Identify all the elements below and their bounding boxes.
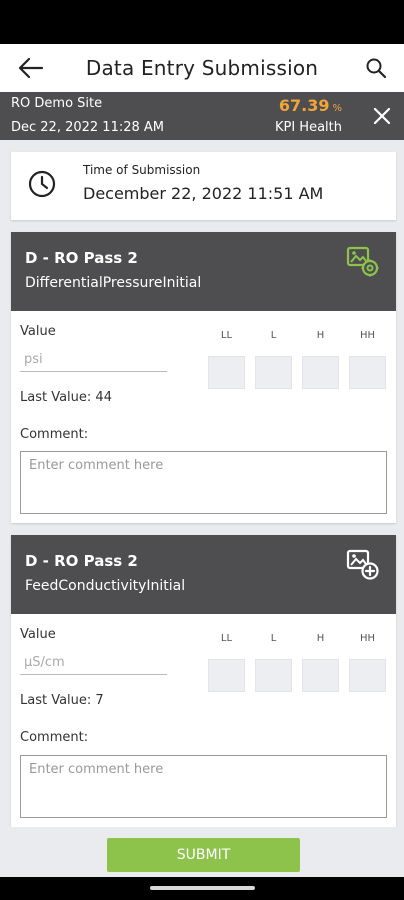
time-of-submission-card: Time of Submission December 22, 2022 11:… <box>11 152 396 220</box>
limit-label-ll: LL <box>220 633 233 644</box>
comment-label: Comment: <box>20 730 89 745</box>
close-icon[interactable] <box>372 106 392 126</box>
limit-label-h: H <box>316 633 325 644</box>
comment-field[interactable]: Enter comment here <box>20 755 387 818</box>
limit-label-l: L <box>270 633 277 644</box>
app-bar: Data Entry Submission <box>0 44 404 92</box>
limit-label-ll: LL <box>220 330 233 341</box>
submit-button[interactable]: SUBMIT <box>107 838 300 872</box>
site-name: RO Demo Site <box>11 96 103 111</box>
comment-label: Comment: <box>20 427 89 442</box>
entry-title: D - RO Pass 2 <box>25 249 138 267</box>
data-entry-card: D - RO Pass 2 DifferentialPressureInitia… <box>11 232 396 523</box>
back-arrow-icon[interactable] <box>16 56 44 80</box>
limit-box-hh <box>349 659 386 692</box>
entry-header: D - RO Pass 2 FeedConductivityInitial <box>11 535 396 614</box>
time-of-submission-label: Time of Submission <box>83 163 201 177</box>
time-of-submission-value[interactable]: December 22, 2022 11:51 AM <box>83 184 323 203</box>
value-label: Value <box>20 324 56 339</box>
site-bar: RO Demo Site Dec 22, 2022 11:28 AM 67.39… <box>0 92 404 140</box>
value-input[interactable]: psi <box>20 352 167 372</box>
kpi-label: KPI Health <box>274 120 342 135</box>
limit-label-hh: HH <box>359 330 376 341</box>
value-input[interactable]: µS/cm <box>20 655 167 675</box>
entry-parameter: DifferentialPressureInitial <box>25 275 202 291</box>
data-entry-card: D - RO Pass 2 FeedConductivityInitial Va… <box>11 535 396 827</box>
image-settings-icon[interactable] <box>346 244 380 278</box>
limit-label-hh: HH <box>359 633 376 644</box>
entry-parameter: FeedConductivityInitial <box>25 578 186 594</box>
last-value: Last Value: 44 <box>20 390 112 405</box>
entry-header: D - RO Pass 2 DifferentialPressureInitia… <box>11 232 396 311</box>
limit-label-l: L <box>270 330 277 341</box>
limit-box-l <box>255 659 292 692</box>
image-add-icon[interactable] <box>346 547 380 581</box>
limit-label-h: H <box>316 330 325 341</box>
clock-icon <box>28 170 56 198</box>
limit-box-ll <box>208 659 245 692</box>
page-title: Data Entry Submission <box>85 56 319 80</box>
system-nav-bar <box>0 877 404 900</box>
search-icon[interactable] <box>364 56 388 80</box>
entry-title: D - RO Pass 2 <box>25 552 138 570</box>
last-value: Last Value: 7 <box>20 693 104 708</box>
limit-box-h <box>302 659 339 692</box>
limit-box-h <box>302 356 339 389</box>
limit-box-ll <box>208 356 245 389</box>
limit-box-l <box>255 356 292 389</box>
status-bar <box>0 0 404 44</box>
value-label: Value <box>20 627 56 642</box>
home-indicator[interactable] <box>150 886 255 890</box>
site-datetime: Dec 22, 2022 11:28 AM <box>11 120 165 135</box>
kpi-value: 67.39% <box>278 96 342 115</box>
kpi-unit: % <box>332 103 342 114</box>
comment-field[interactable]: Enter comment here <box>20 451 387 514</box>
limit-box-hh <box>349 356 386 389</box>
